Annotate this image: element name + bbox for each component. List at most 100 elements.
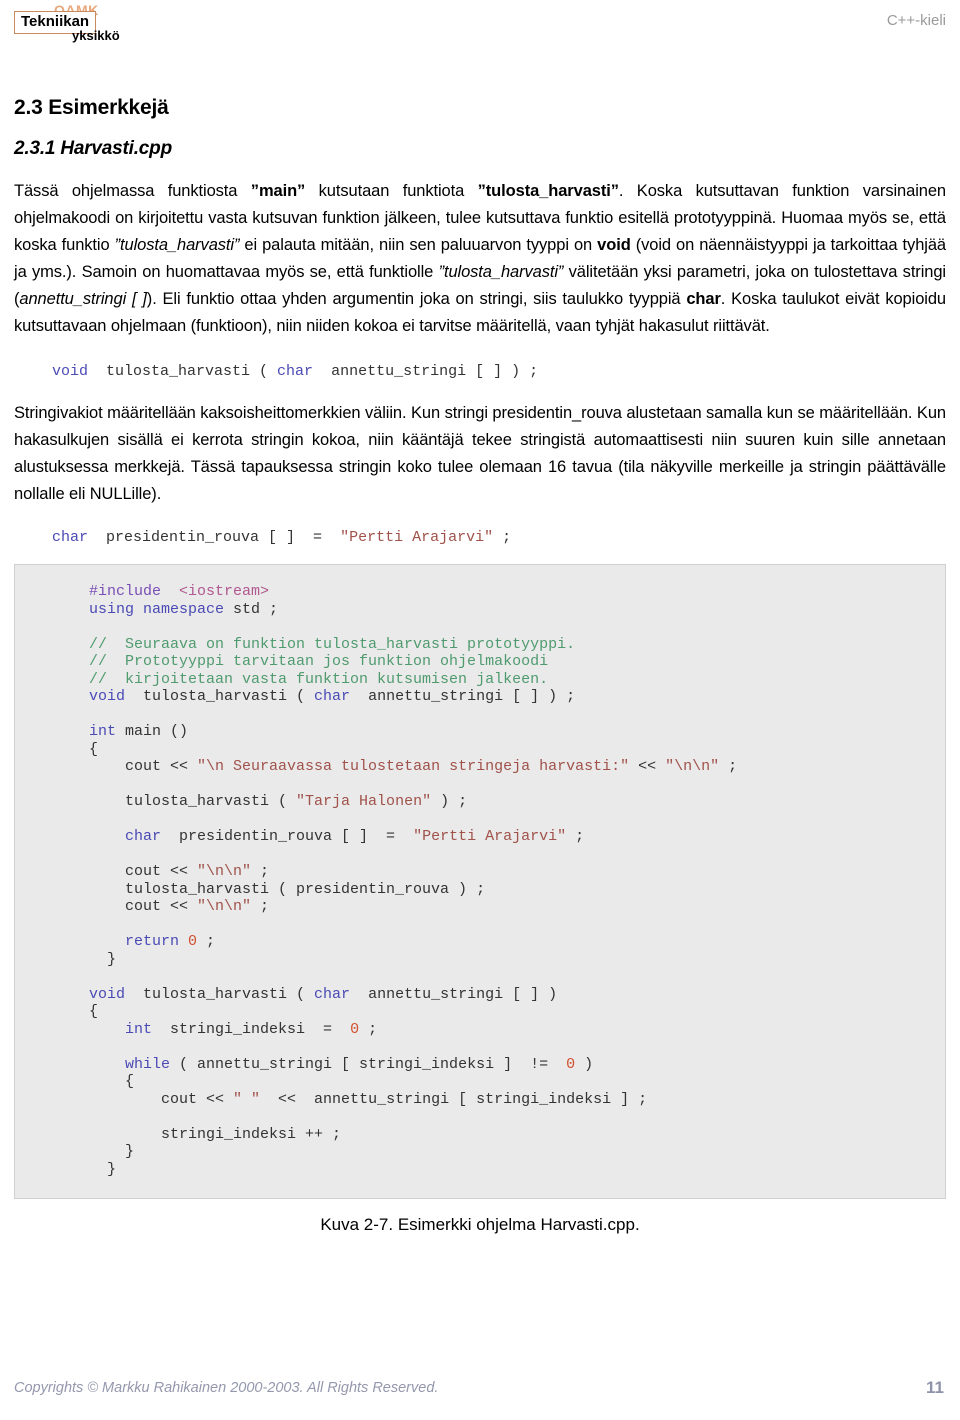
code-snippet-prototype: void tulosta_harvasti ( char annettu_str…	[52, 362, 946, 382]
para1-tulosta-italic: ”tulosta_harvasti”	[114, 236, 240, 254]
code-line: tulosta_harvasti ( "Tarja Halonen" ) ;	[89, 793, 931, 811]
code-token: // kirjoitetaan vasta funktion kutsumise…	[89, 670, 549, 688]
para1-part4: ei palauta mitään, niin sen paluuarvon t…	[239, 236, 598, 254]
code-line: void tulosta_harvasti ( char annettu_str…	[89, 986, 931, 1004]
code-token: ;	[197, 933, 216, 950]
code-token: 0	[350, 1020, 360, 1038]
code-token: tulosta_harvasti ( presidentin_rouva ) ;	[89, 880, 486, 898]
code-token: // Prototyyppi tarvitaan jos funktion oh…	[89, 653, 549, 670]
code-token: // Seuraava on funktion tulosta_harvasti…	[89, 635, 576, 653]
figure-caption: Kuva 2-7. Esimerkki ohjelma Harvasti.cpp…	[320, 1215, 640, 1234]
section-heading: 2.3 Esimerkkejä	[14, 96, 169, 119]
code-line: // Seuraava on funktion tulosta_harvasti…	[89, 636, 931, 654]
code-token: ) ;	[431, 793, 468, 810]
oamk-logo: OAMK Tekniikan yksikkö	[14, 2, 139, 43]
code-line: // Prototyyppi tarvitaan jos funktion oh…	[89, 653, 931, 671]
code-proto-name: tulosta_harvasti (	[88, 363, 278, 380]
code-token: void	[89, 688, 126, 705]
code-token: 0	[179, 933, 198, 950]
code-token: main ()	[116, 723, 189, 740]
code-token: << annettu_stringi [ stringi_indeksi ] ;	[260, 1090, 648, 1108]
subsection-heading: 2.3.1 Harvasti.cpp	[14, 138, 172, 159]
code-token: int	[89, 1020, 153, 1038]
code-line: void tulosta_harvasti ( char annettu_str…	[89, 688, 931, 706]
code-line: int main ()	[89, 723, 931, 741]
code-char-mid: presidentin_rouva [ ] =	[88, 529, 341, 546]
code-token: }	[89, 950, 117, 968]
code-line: // kirjoitetaan vasta funktion kutsumise…	[89, 671, 931, 689]
code-token: int	[89, 723, 117, 740]
code-line: cout << "\n\n" ;	[89, 898, 931, 916]
para1-void-keyword: void	[597, 236, 631, 254]
code-token: cout <<	[89, 863, 198, 880]
para1-char-keyword: char	[686, 290, 721, 308]
code-token: while	[89, 1055, 171, 1073]
code-token: tulosta_harvasti (	[125, 688, 315, 705]
code-line: }	[89, 951, 931, 969]
code-token: void	[89, 985, 126, 1003]
code-token: "\n Seuraavassa tulostetaan stringeja ha…	[197, 758, 630, 775]
code-token: char	[314, 985, 351, 1003]
code-token: ;	[359, 1020, 378, 1038]
code-line: cout << " " << annettu_stringi [ stringi…	[89, 1091, 931, 1109]
code-char-end: ;	[493, 529, 512, 546]
para1-part7: ). Eli funktio ottaa yhden argumentin jo…	[146, 290, 687, 308]
code-line: tulosta_harvasti ( presidentin_rouva ) ;	[89, 881, 931, 899]
code-token: annettu_stringi [ ] ) ;	[350, 688, 576, 705]
code-token: presidentin_rouva [ ] =	[161, 828, 414, 845]
code-token: std ;	[224, 600, 279, 618]
code-proto-rest: annettu_stringi [ ] ) ;	[313, 363, 539, 380]
code-token: cout <<	[89, 898, 198, 915]
code-token: tulosta_harvasti (	[89, 793, 297, 810]
para1-annettu-param: annettu_stringi [ ]	[19, 290, 147, 308]
code-token: annettu_stringi [ ] )	[350, 985, 558, 1003]
code-token: ;	[566, 828, 585, 845]
code-token: stringi_indeksi ++ ;	[89, 1125, 342, 1143]
code-token: char	[314, 688, 351, 705]
code-keyword-void: void	[52, 363, 89, 380]
code-listing-block: #include <iostream> using namespace std ;…	[14, 564, 946, 1199]
code-line: return 0 ;	[89, 933, 931, 951]
logo-yksikko-text: yksikkö	[72, 28, 120, 43]
footer-page-number: 11	[926, 1378, 944, 1397]
code-token: )	[575, 1055, 594, 1073]
code-token: ;	[719, 758, 738, 775]
code-token: " "	[233, 1090, 261, 1108]
code-line: cout << "\n Seuraavassa tulostetaan stri…	[89, 758, 931, 776]
code-line: stringi_indeksi ++ ;	[89, 1126, 931, 1144]
code-token: }	[89, 1143, 135, 1160]
header-course-label: C++-kieli	[886, 12, 946, 29]
footer-copyright: Copyrights © Markku Rahikainen 2000-2003…	[14, 1380, 439, 1396]
code-snippet-char-decl: char presidentin_rouva [ ] = "Pertti Ara…	[52, 528, 946, 548]
code-token: "Tarja Halonen"	[296, 793, 432, 810]
code-line: {	[89, 741, 931, 759]
code-line: #include <iostream>	[89, 583, 931, 601]
code-token: "\n\n"	[665, 758, 720, 775]
para1-tulosta-italic-2: ”tulosta_harvasti”	[438, 263, 564, 281]
paragraph-strings: Stringivakiot määritellään kaksoisheitto…	[14, 404, 946, 503]
para1-part1: Tässä ohjelmassa funktiosta	[14, 182, 251, 200]
code-line: char presidentin_rouva [ ] = "Pertti Ara…	[89, 828, 931, 846]
code-token: <iostream>	[179, 583, 270, 600]
paragraph-intro: Tässä ohjelmassa funktiosta ”main” kutsu…	[14, 178, 946, 340]
code-token: 0	[566, 1055, 576, 1073]
code-line: while ( annettu_stringi [ stringi_indeks…	[89, 1056, 931, 1074]
code-token: #include	[89, 583, 162, 600]
code-token: stringi_indeksi =	[152, 1020, 351, 1038]
code-token: "\n\n"	[197, 863, 252, 880]
code-token: ( annettu_stringi [ stringi_indeksi ] !=	[170, 1055, 567, 1073]
code-token: char	[89, 828, 162, 845]
code-token: tulosta_harvasti (	[125, 985, 315, 1003]
code-line: {	[89, 1003, 931, 1021]
para1-main-keyword: ”main”	[250, 182, 306, 200]
code-token: {	[89, 740, 99, 758]
code-token: ;	[251, 898, 270, 915]
code-line: }	[89, 1143, 931, 1161]
